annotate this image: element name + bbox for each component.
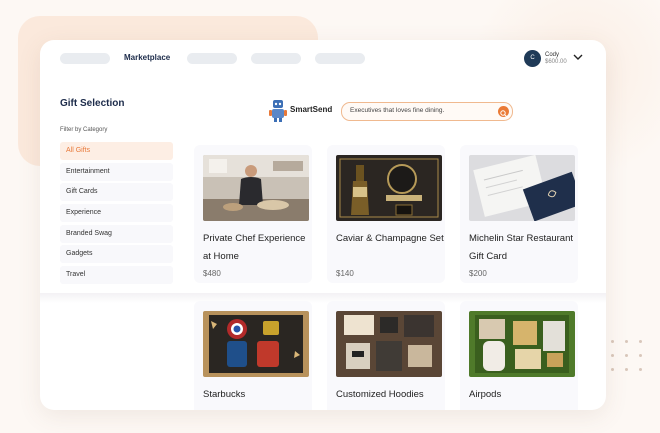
product-name: Caviar & Champagne Set [336,233,444,244]
product-card[interactable]: Customized Hoodies [327,301,445,410]
category-experience[interactable]: Experience [60,204,173,223]
product-card[interactable]: Private Chef Experience at Home $480 [194,145,312,283]
search-button[interactable] [498,106,509,117]
nav-placeholder[interactable] [187,53,237,64]
product-card[interactable]: Michelin Star Restaurant Gift Card $200 [460,145,578,283]
search-icon [500,110,507,117]
nav-placeholder[interactable] [315,53,365,64]
product-name: Airpods [469,389,502,400]
product-image-caviar[interactable] [336,155,442,221]
page-title: Gift Selection [60,98,125,109]
product-name: Customized Hoodies [336,389,424,400]
search-value[interactable]: Executives that loves fine dining. [350,107,444,114]
nav-item-marketplace[interactable]: Marketplace [124,53,170,62]
top-navigation: Marketplace C Cody $600.00 [40,40,606,80]
product-card[interactable]: Caviar & Champagne Set $140 [327,145,445,283]
product-price: $480 [203,269,221,278]
decorative-dot-grid [611,340,651,380]
product-image-airpods[interactable] [469,311,575,377]
user-balance: $600.00 [545,59,567,65]
product-price: $140 [336,269,354,278]
brand-name: SmartSend [290,105,333,114]
category-entertainment[interactable]: Entertainment [60,162,173,181]
sidebar: Gift Selection Filter by Category All Gi… [60,98,175,285]
product-name: Starbucks [203,389,246,400]
user-menu[interactable]: C Cody $600.00 [524,50,584,68]
category-gadgets[interactable]: Gadgets [60,245,173,264]
product-price: $200 [469,269,487,278]
avatar: C [524,50,541,67]
app-window: Marketplace C Cody $600.00 Gift Selectio… [40,40,606,410]
product-image-starbucks[interactable] [203,311,309,377]
category-gift-cards[interactable]: Gift Cards [60,183,173,202]
user-name: Cody [545,52,560,58]
product-image-chef[interactable] [203,155,309,221]
product-image-hoodies[interactable] [336,311,442,377]
product-card[interactable]: Starbucks [194,301,312,410]
nav-placeholder[interactable] [251,53,301,64]
category-all-gifts[interactable]: All Gifts [60,142,173,160]
product-card[interactable]: Airpods [460,301,578,410]
product-image-michelin[interactable] [469,155,575,221]
robot-logo-icon [269,100,287,122]
product-name: Michelin Star Restaurant Gift Card [469,233,574,262]
nav-placeholder[interactable] [60,53,110,64]
category-branded-swag[interactable]: Branded Swag [60,224,173,243]
search-input[interactable]: Executives that loves fine dining. [341,102,513,121]
product-name: Private Chef Experience at Home [203,233,306,262]
category-travel[interactable]: Travel [60,266,173,285]
category-list: All Gifts Entertainment Gift Cards Exper… [60,142,173,287]
filter-label: Filter by Category [60,127,108,133]
chevron-down-icon[interactable] [573,54,583,61]
